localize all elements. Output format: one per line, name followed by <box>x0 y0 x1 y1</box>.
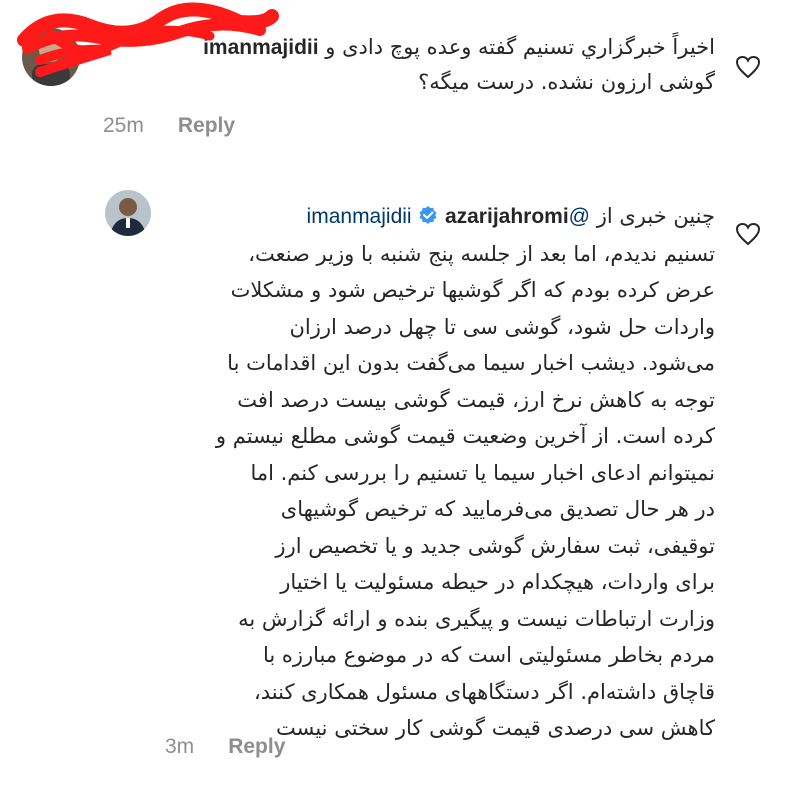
comment-meta: 3m Reply <box>165 735 285 759</box>
comment-body-line: وزارت ارتباطات نیست و پیگیری بنده و ارائ… <box>238 606 715 631</box>
comment-body-line: قاچاق داشته‌ام. اگر دستگاههای مسئول همکا… <box>253 679 715 704</box>
comment-body-line: مردم بخاطر مسئولیتی است که در موضوع مبار… <box>262 643 715 667</box>
comment-meta: 25m Reply <box>103 114 235 138</box>
comment-body-line: واردات حل شود، گوشی سی تا چهل درصد ارزان <box>289 314 715 339</box>
avatar[interactable] <box>22 28 80 86</box>
heart-outline-icon[interactable] <box>735 222 761 246</box>
comment-username[interactable]: azarijahromi <box>445 205 569 228</box>
comment-body-line: در هر حال تصدیق می‌فرمایید که ترخیص گوشی… <box>280 497 715 521</box>
comment-body-line: برای واردات، هیچکدام در حیطه مسئولیت یا … <box>280 570 715 594</box>
comment-body-line: عرض کرده بودم که اگر گوشیها ترخیص شود و … <box>230 278 715 302</box>
comment-text: چنین خبری از @imanmajidii azarijahromi ت… <box>155 198 715 747</box>
comment-body-line: می‌شود. دیشب اخبار سیما می‌گفت بدون این … <box>227 351 715 375</box>
comment-text: اخیراً خبرگزاري تسنیم گفته وعده پوچ دادی… <box>105 30 715 99</box>
verified-badge-icon <box>419 206 437 224</box>
comment-body-line: توجه به کاهش نرخ ارز، قیمت گوشی بیست درص… <box>237 387 715 412</box>
comment-body-line: کرده است. از آخرین وضعیت قیمت گوشی مطلع … <box>215 424 715 448</box>
comment-body: اخیراً خبرگزاري تسنیم گفته وعده پوچ دادی… <box>325 35 715 59</box>
comment-time: 3m <box>165 735 195 758</box>
comment-body-line: تسنیم ندیدم، اما بعد از جلسه پنج شنبه با… <box>248 241 715 266</box>
comment-username[interactable]: imanmajidii <box>203 36 319 59</box>
comment-body-line: توقیفی، ثبت سفارش گوشی جدید و یا تخصیص ا… <box>275 533 715 558</box>
comment-time: 25m <box>103 114 144 137</box>
avatar-image <box>105 190 151 236</box>
heart-outline-icon[interactable] <box>735 55 761 79</box>
avatar-image <box>22 28 80 86</box>
avatar[interactable] <box>105 190 151 236</box>
comment-body-line2: گوشی ارزون نشده. درست میگه؟ <box>418 70 715 94</box>
comment-body-line: نمیتوانم ادعای اخبار سیما یا تسنیم را بر… <box>250 460 715 485</box>
comment-body-line1: چنین خبری از <box>596 204 715 228</box>
reply-button[interactable]: Reply <box>178 114 235 138</box>
reply-button[interactable]: Reply <box>228 735 285 759</box>
